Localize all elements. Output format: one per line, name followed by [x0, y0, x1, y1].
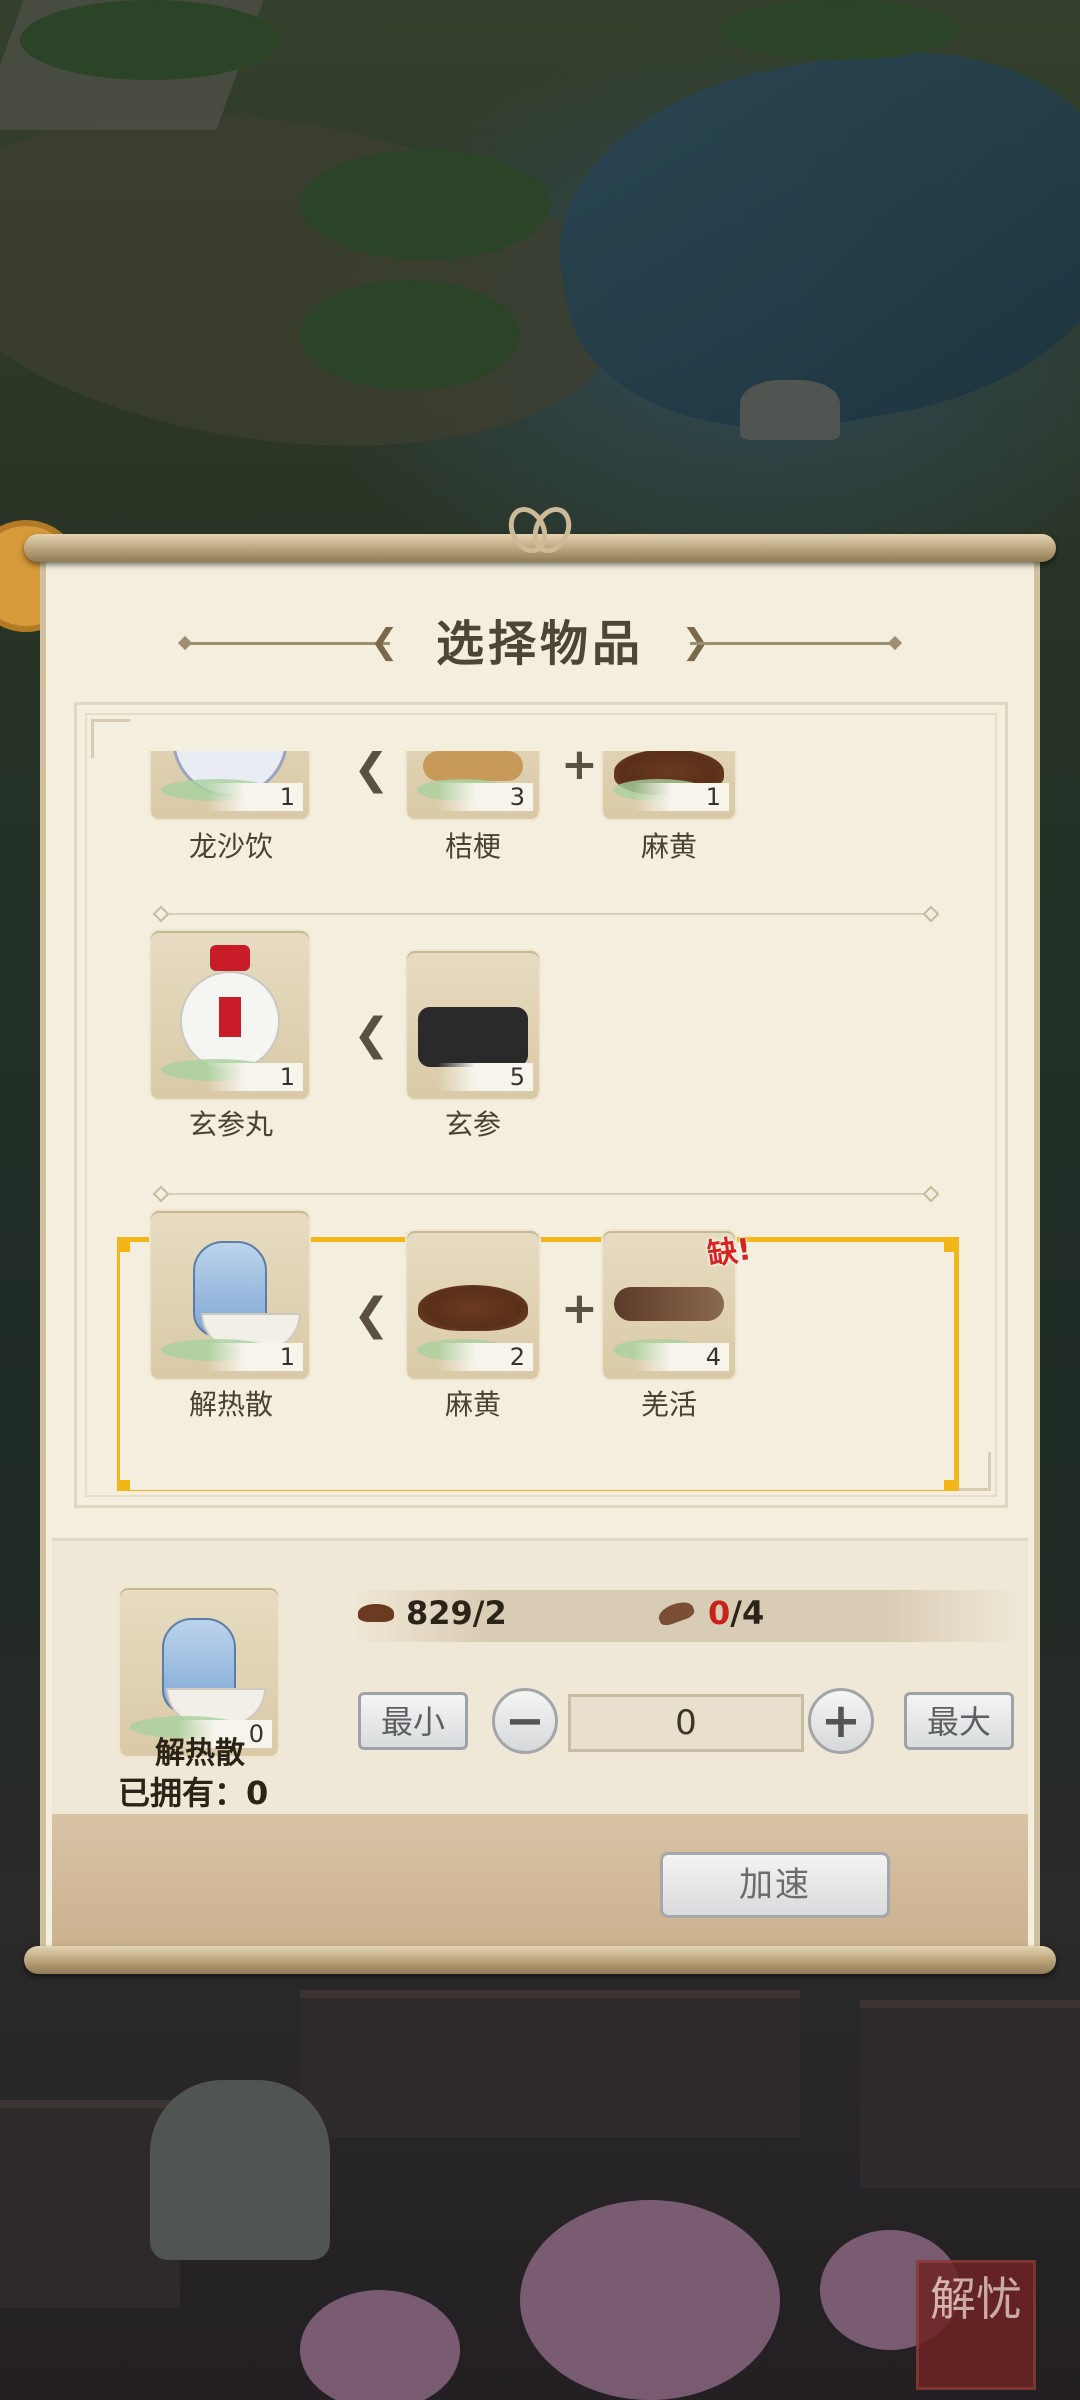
bg-tree [20, 0, 280, 80]
plus-button[interactable]: + [808, 1688, 874, 1754]
ingredient-slot[interactable]: 5 [407, 951, 539, 1099]
item-count: 1 [207, 1343, 303, 1371]
ingredient-name: 麻黄 [640, 830, 697, 863]
recipe-row[interactable]: 1 ❮ 2 + 4 缺! 解热散 麻黄 羌活 [117, 1211, 977, 1451]
product-slot[interactable]: 1 [151, 1211, 309, 1379]
item-count: 3 [437, 783, 533, 811]
recipe-separator [161, 1193, 931, 1195]
highlight-corner [944, 1480, 956, 1491]
root-herb-icon [423, 751, 523, 781]
item-count: 1 [207, 1063, 303, 1091]
ingredient-slot[interactable]: 3 [407, 751, 539, 819]
product-slot[interactable]: 1 [151, 751, 309, 819]
quantity-field[interactable]: 0 [568, 1694, 804, 1752]
owned-count: 已拥有：0 [118, 1774, 269, 1812]
bg-blossom-tree [520, 2200, 780, 2400]
ingredient-name: 麻黄 [444, 1388, 501, 1421]
ingredient-slot[interactable]: 2 [407, 1231, 539, 1379]
xuanshen-icon [418, 1007, 528, 1067]
item-count: 5 [437, 1063, 533, 1091]
plus-icon: + [561, 1283, 598, 1334]
missing-badge: 缺! [705, 1232, 754, 1273]
ingredient-name: 桔梗 [444, 830, 501, 863]
bg-blossom-tree [300, 2290, 460, 2400]
item-count: 1 [207, 783, 303, 811]
dialog-header: ❮ 选择物品 ❯ [40, 600, 1040, 672]
item-count: 1 [633, 783, 729, 811]
title-divider [690, 642, 900, 645]
resource-have: 0 [708, 1594, 731, 1632]
convert-arrow-icon: ❮ [353, 1009, 390, 1060]
resource-mahuang: 829/2 [406, 1594, 507, 1632]
product-name: 玄参丸 [188, 1108, 273, 1141]
product-slot[interactable]: 1 [151, 931, 309, 1099]
convert-arrow-icon: ❮ [353, 751, 390, 794]
qianghuo-root-icon [614, 1287, 724, 1321]
ingredient-slot[interactable]: 1 [603, 751, 735, 819]
resource-have: 829 [406, 1594, 473, 1632]
bg-tree [300, 150, 550, 260]
recipe-row[interactable]: 1 ❮ 3 + 1 龙沙饮 桔梗 麻黄 [117, 751, 977, 891]
recipe-row[interactable]: 1 ❮ 5 玄参丸 玄参 [117, 931, 977, 1171]
product-name: 解热散 [188, 1388, 273, 1421]
min-button[interactable]: 最小 [358, 1692, 468, 1750]
item-count: 2 [437, 1343, 533, 1371]
product-name: 龙沙饮 [188, 830, 273, 863]
bg-building [300, 1990, 800, 2138]
max-button[interactable]: 最大 [904, 1692, 1014, 1750]
scroll-rod-bottom [24, 1946, 1056, 1974]
speed-up-button[interactable]: 加速 [660, 1852, 890, 1918]
selected-product-name: 解热散 [155, 1736, 245, 1771]
bg-road [0, 72, 639, 488]
resource-requirements: 829/2 0/4 [352, 1590, 1020, 1642]
bg-rock [740, 380, 840, 440]
bg-tree [720, 0, 960, 60]
pill-gourd-label [219, 997, 241, 1037]
resource-need: /2 [472, 1594, 507, 1632]
bg-tree [300, 280, 520, 390]
resource-qianghuo: 0/4 [708, 1594, 764, 1632]
bg-rock [150, 2080, 330, 2260]
resource-need: /4 [730, 1594, 765, 1632]
recipe-list-viewport[interactable]: 1 ❮ 3 + 1 龙沙饮 桔梗 麻黄 1 ❮ 5 玄参丸 玄参 1 ❮ 2 +… [117, 751, 977, 1491]
dried-herb-icon [418, 1285, 528, 1331]
pill-gourd-cap [210, 945, 250, 971]
minus-button[interactable]: − [492, 1688, 558, 1754]
ingredient-name: 玄参 [444, 1108, 501, 1141]
qianghuo-icon [656, 1598, 696, 1628]
convert-arrow-icon: ❮ [353, 1289, 390, 1340]
seal-logo[interactable]: 解忧 [916, 2260, 1036, 2390]
mahuang-icon [358, 1604, 394, 1622]
bg-building [860, 2000, 1080, 2188]
recipe-list[interactable]: 1 ❮ 3 + 1 龙沙饮 桔梗 麻黄 1 ❮ 5 玄参丸 玄参 1 ❮ 2 +… [74, 702, 1008, 1508]
recipe-separator [161, 913, 931, 915]
item-count: 4 [633, 1343, 729, 1371]
ribbon-knot-icon [510, 506, 570, 558]
highlight-corner [118, 1480, 130, 1491]
plus-icon: + [561, 751, 598, 790]
ingredient-name: 羌活 [640, 1388, 697, 1421]
